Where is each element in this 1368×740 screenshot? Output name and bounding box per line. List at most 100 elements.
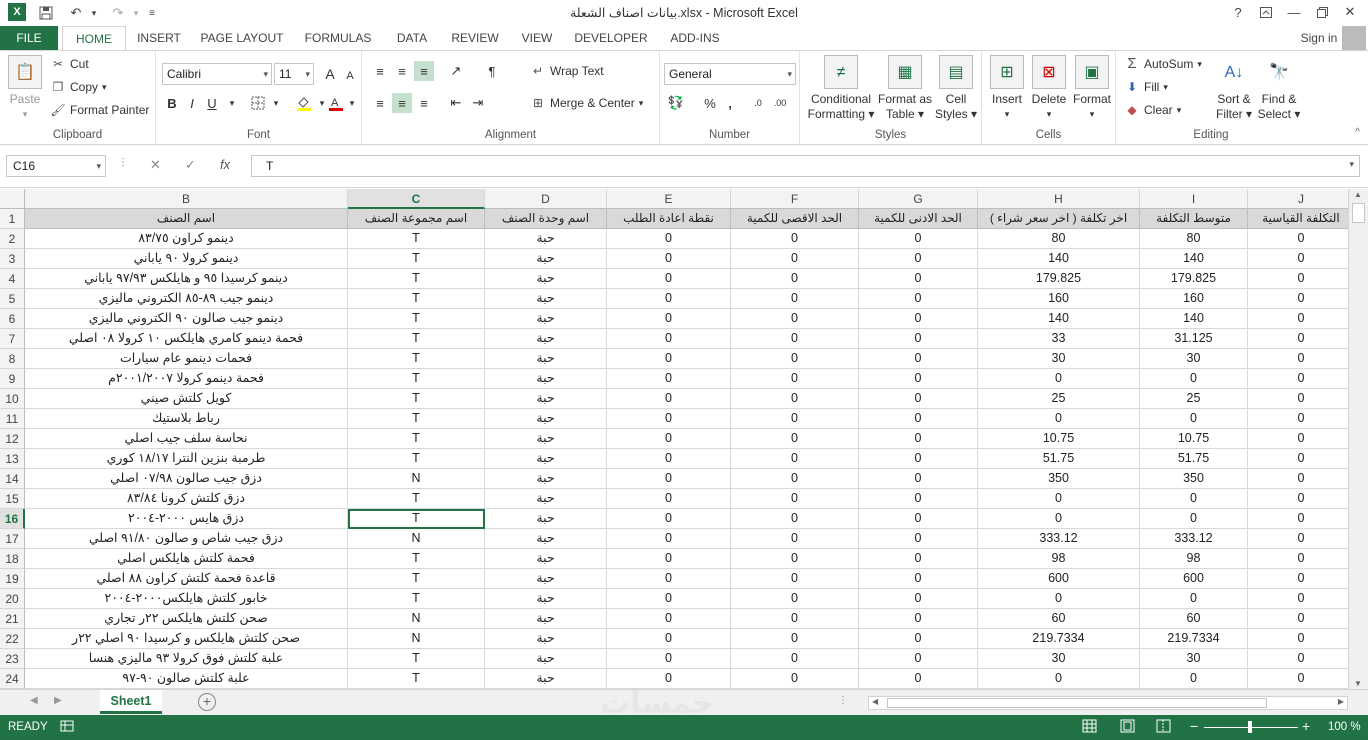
help-button[interactable]: ? [1224,0,1252,24]
table-cell[interactable]: دينمو كرولا ٩٠ ياباني [25,249,348,269]
table-cell[interactable]: 0 [1140,589,1248,609]
column-title-cell[interactable]: متوسط التكلفة [1140,209,1248,229]
italic-button[interactable]: I [182,93,202,113]
table-cell[interactable]: 0 [859,269,978,289]
table-cell[interactable]: 600 [1140,569,1248,589]
scroll-left-icon[interactable]: ◀ [872,697,878,706]
table-cell[interactable]: 0 [731,529,859,549]
row-header[interactable]: 16 [0,509,25,529]
table-cell[interactable]: 333.12 [978,529,1140,549]
table-cell[interactable]: 140 [1140,249,1248,269]
table-cell[interactable]: 0 [607,429,731,449]
table-cell[interactable]: 0 [859,289,978,309]
table-cell[interactable]: 51.75 [1140,449,1248,469]
table-cell[interactable]: T [348,369,485,389]
insert-cells-button[interactable]: ⊞ Insert ▾ [986,55,1028,122]
table-cell[interactable]: 0 [607,589,731,609]
table-cell[interactable]: T [348,349,485,369]
table-cell[interactable]: 0 [1248,449,1348,469]
table-cell[interactable]: 0 [978,489,1140,509]
table-cell[interactable]: 0 [607,249,731,269]
table-cell[interactable]: 0 [731,249,859,269]
wrap-text-button[interactable]: ↵ Wrap Text [530,64,604,78]
zoom-in-icon[interactable]: + [1302,718,1310,734]
table-cell[interactable]: 60 [978,609,1140,629]
copy-button[interactable]: ❐ Copy ▾ [50,80,107,94]
table-cell[interactable]: 10.75 [1140,429,1248,449]
table-cell[interactable]: 0 [607,649,731,669]
table-cell[interactable]: خابور كلتش هايلكس٢٠٠٠-٢٠٠٤ [25,589,348,609]
zoom-level[interactable]: 100 % [1328,721,1361,733]
table-cell[interactable]: فحمة دينمو كامري هايلكس ١٠ كرولا ٠٨ اصلي [25,329,348,349]
table-cell[interactable]: صحن كلتش هايلكس ٢٢ر تجاري [25,609,348,629]
horizontal-scroll-thumb[interactable] [887,698,1267,708]
table-cell[interactable]: 0 [731,649,859,669]
row-header[interactable]: 8 [0,349,25,369]
table-cell[interactable]: 0 [731,489,859,509]
table-cell[interactable]: 0 [607,509,731,529]
table-cell[interactable]: 0 [607,469,731,489]
active-cell[interactable]: T [348,509,485,529]
table-cell[interactable]: علبة كلتش صالون ٩٠-٩٧ [25,669,348,689]
table-cell[interactable]: T [348,329,485,349]
table-cell[interactable]: 0 [607,629,731,649]
table-cell[interactable]: حبة [485,249,607,269]
table-cell[interactable]: قاعدة فحمة كلتش كراون ٨٨ اصلي [25,569,348,589]
font-color-dropdown-icon[interactable]: ▾ [342,93,362,113]
orientation-icon[interactable]: ↗ [446,61,466,81]
table-cell[interactable]: 350 [1140,469,1248,489]
table-cell[interactable]: T [348,229,485,249]
table-cell[interactable]: T [348,269,485,289]
delete-cells-button[interactable]: ⊠ Delete ▾ [1028,55,1070,122]
column-header-i[interactable]: I [1140,189,1248,209]
row-header[interactable]: 2 [0,229,25,249]
row-header[interactable]: 10 [0,389,25,409]
table-cell[interactable]: 219.7334 [1140,629,1248,649]
enter-icon[interactable]: ✓ [185,157,196,173]
row-header[interactable]: 5 [0,289,25,309]
table-cell[interactable]: 80 [1140,229,1248,249]
table-cell[interactable]: دزق جيب صالون ٠٧/٩٨ اصلي [25,469,348,489]
column-title-cell[interactable]: الحد الادنى للكمية [859,209,978,229]
table-cell[interactable]: حبة [485,469,607,489]
comma-button[interactable]: , [720,93,740,113]
table-cell[interactable]: 0 [731,669,859,689]
table-cell[interactable]: T [348,649,485,669]
table-cell[interactable]: 0 [859,409,978,429]
table-cell[interactable]: T [348,569,485,589]
table-cell[interactable]: 0 [859,609,978,629]
table-cell[interactable]: 30 [1140,349,1248,369]
table-cell[interactable]: دينمو كرسيدا ٩٥ و هايلكس ٩٧/٩٣ ياباني [25,269,348,289]
table-cell[interactable]: 0 [731,609,859,629]
table-cell[interactable]: 0 [978,589,1140,609]
table-cell[interactable]: حبة [485,569,607,589]
table-cell[interactable]: فحمة كلتش هايلكس اصلي [25,549,348,569]
borders-icon[interactable] [248,93,268,113]
table-cell[interactable]: N [348,469,485,489]
column-title-cell[interactable]: اسم وحدة الصنف [485,209,607,229]
table-cell[interactable]: 0 [731,329,859,349]
table-cell[interactable]: 0 [731,389,859,409]
table-cell[interactable]: 0 [1248,309,1348,329]
table-cell[interactable]: حبة [485,489,607,509]
row-header[interactable]: 24 [0,669,25,689]
table-cell[interactable]: 0 [731,509,859,529]
table-cell[interactable]: 0 [1248,489,1348,509]
select-all-corner[interactable] [0,189,25,209]
table-cell[interactable]: 0 [731,589,859,609]
table-cell[interactable]: 0 [607,549,731,569]
table-cell[interactable]: 140 [978,249,1140,269]
next-sheet-icon[interactable]: ▶ [54,695,62,706]
table-cell[interactable]: 0 [607,529,731,549]
sign-in-link[interactable]: Sign in [1292,26,1346,50]
table-cell[interactable]: حبة [485,309,607,329]
format-cells-button[interactable]: ▣ Format ▾ [1070,55,1114,122]
expand-formula-bar-icon[interactable]: ▾ [1349,159,1354,170]
table-cell[interactable]: 0 [859,449,978,469]
currency-icon[interactable]: 💱 [666,93,686,113]
table-cell[interactable]: 333.12 [1140,529,1248,549]
table-cell[interactable]: 0 [859,649,978,669]
sort-filter-button[interactable]: A↓ Sort & Filter ▾ [1212,55,1256,122]
column-title-cell[interactable]: التكلفة القياسية [1248,209,1348,229]
row-header[interactable]: 23 [0,649,25,669]
